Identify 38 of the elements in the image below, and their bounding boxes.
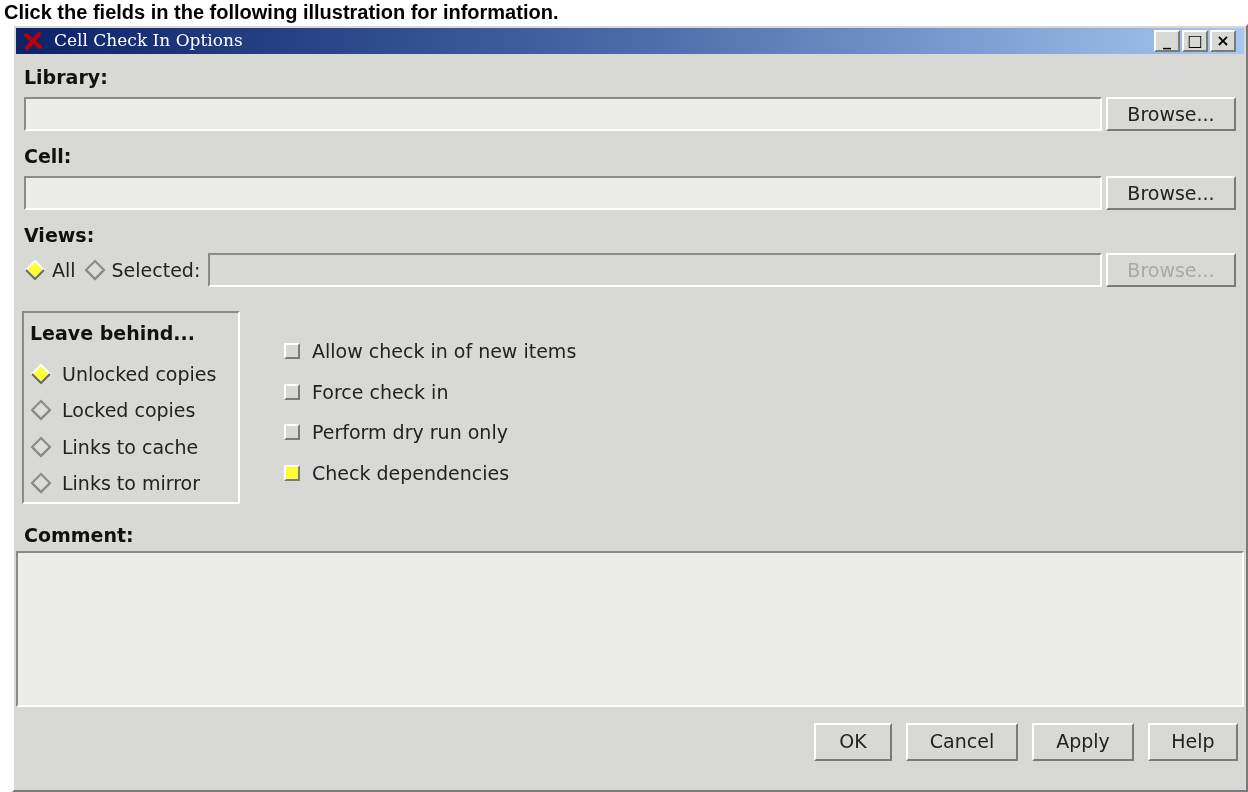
field-label: Comment:	[24, 525, 135, 545]
group-title: Leave behind...	[30, 321, 196, 346]
radio-button[interactable]	[30, 399, 52, 422]
radio-label: Locked copies	[62, 398, 196, 423]
checkbox[interactable]	[284, 343, 300, 360]
radio-label: All	[52, 257, 76, 283]
close-button[interactable]: ×	[1210, 30, 1236, 52]
browse-button[interactable]: Browse...	[1106, 176, 1236, 210]
checkbox[interactable]	[284, 383, 300, 400]
radio-label: Links to mirror	[62, 471, 201, 496]
page-heading: Click the fields in the following illustration for information.	[3, 0, 560, 24]
checkbox[interactable]	[284, 424, 300, 441]
minimize-button[interactable]: _	[1154, 30, 1180, 52]
maximize-button[interactable]: □	[1182, 30, 1208, 52]
library-field[interactable]	[24, 97, 1102, 131]
field-label: Cell:	[24, 147, 73, 166]
dialog-button[interactable]: Cancel	[906, 722, 1018, 761]
checkbox-label: Force check in	[312, 379, 449, 405]
cell-field[interactable]	[24, 176, 1102, 210]
radio-button[interactable]	[30, 435, 52, 458]
dialog-button[interactable]: OK	[814, 722, 892, 761]
checkbox-label: Perform dry run only	[312, 420, 508, 445]
dialog-button[interactable]: Help	[1148, 722, 1238, 761]
radio-label: Unlocked copies	[62, 361, 217, 387]
radio-label: Links to cache	[62, 434, 199, 460]
checkbox[interactable]	[284, 464, 300, 481]
field-label: Library:	[24, 68, 109, 87]
app-icon	[24, 32, 42, 50]
checkbox-label: Allow check in of new items	[312, 339, 577, 364]
checkbox-label: Check dependencies	[312, 460, 510, 486]
field-label: Views:	[24, 226, 96, 245]
radio-label: Selected:	[111, 257, 201, 283]
radio-button[interactable]	[83, 259, 106, 281]
radio-button[interactable]	[30, 472, 52, 495]
comment-field[interactable]	[16, 550, 1244, 707]
browse-button[interactable]: Browse...	[1106, 97, 1236, 131]
window-title: Cell Check In Options	[54, 29, 243, 53]
dialog-button[interactable]: Apply	[1032, 722, 1134, 761]
